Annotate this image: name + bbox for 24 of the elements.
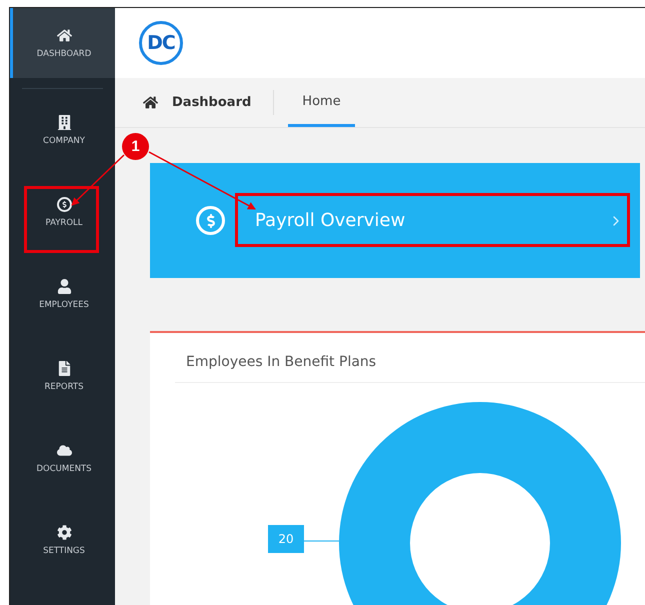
page-title: Dashboard	[172, 95, 252, 110]
cloud-icon	[56, 442, 72, 458]
document-icon	[56, 360, 72, 376]
card-title: Employees In Benefit Plans	[175, 333, 645, 383]
user-icon	[56, 278, 72, 294]
leader-line	[304, 540, 340, 542]
tab[interactable]: Home	[288, 78, 355, 127]
sidebar-item[interactable]: REPORTS	[10, 335, 115, 417]
value-label: 20	[268, 525, 304, 553]
dollar-circle-icon	[56, 196, 72, 212]
banner-label: Payroll Overview	[255, 210, 406, 231]
logo: DC	[139, 21, 183, 65]
sidebar-item[interactable]: DOCUMENTS	[10, 417, 115, 499]
sidebar-item[interactable]: EMPLOYEES	[10, 253, 115, 335]
sidebar-item[interactable]: COMPANY	[10, 89, 115, 171]
sidebar-item[interactable]: DASHBOARD	[10, 8, 115, 78]
sidebar-item[interactable]: SETTINGS	[10, 499, 115, 581]
dollar-circle-icon	[196, 206, 225, 235]
arrow	[71, 154, 125, 206]
home-icon	[143, 95, 158, 110]
building-icon	[56, 114, 72, 130]
settings-icon	[56, 524, 72, 540]
home-icon	[56, 28, 72, 42]
sidebar-item[interactable]: PAYROLL	[10, 171, 115, 253]
